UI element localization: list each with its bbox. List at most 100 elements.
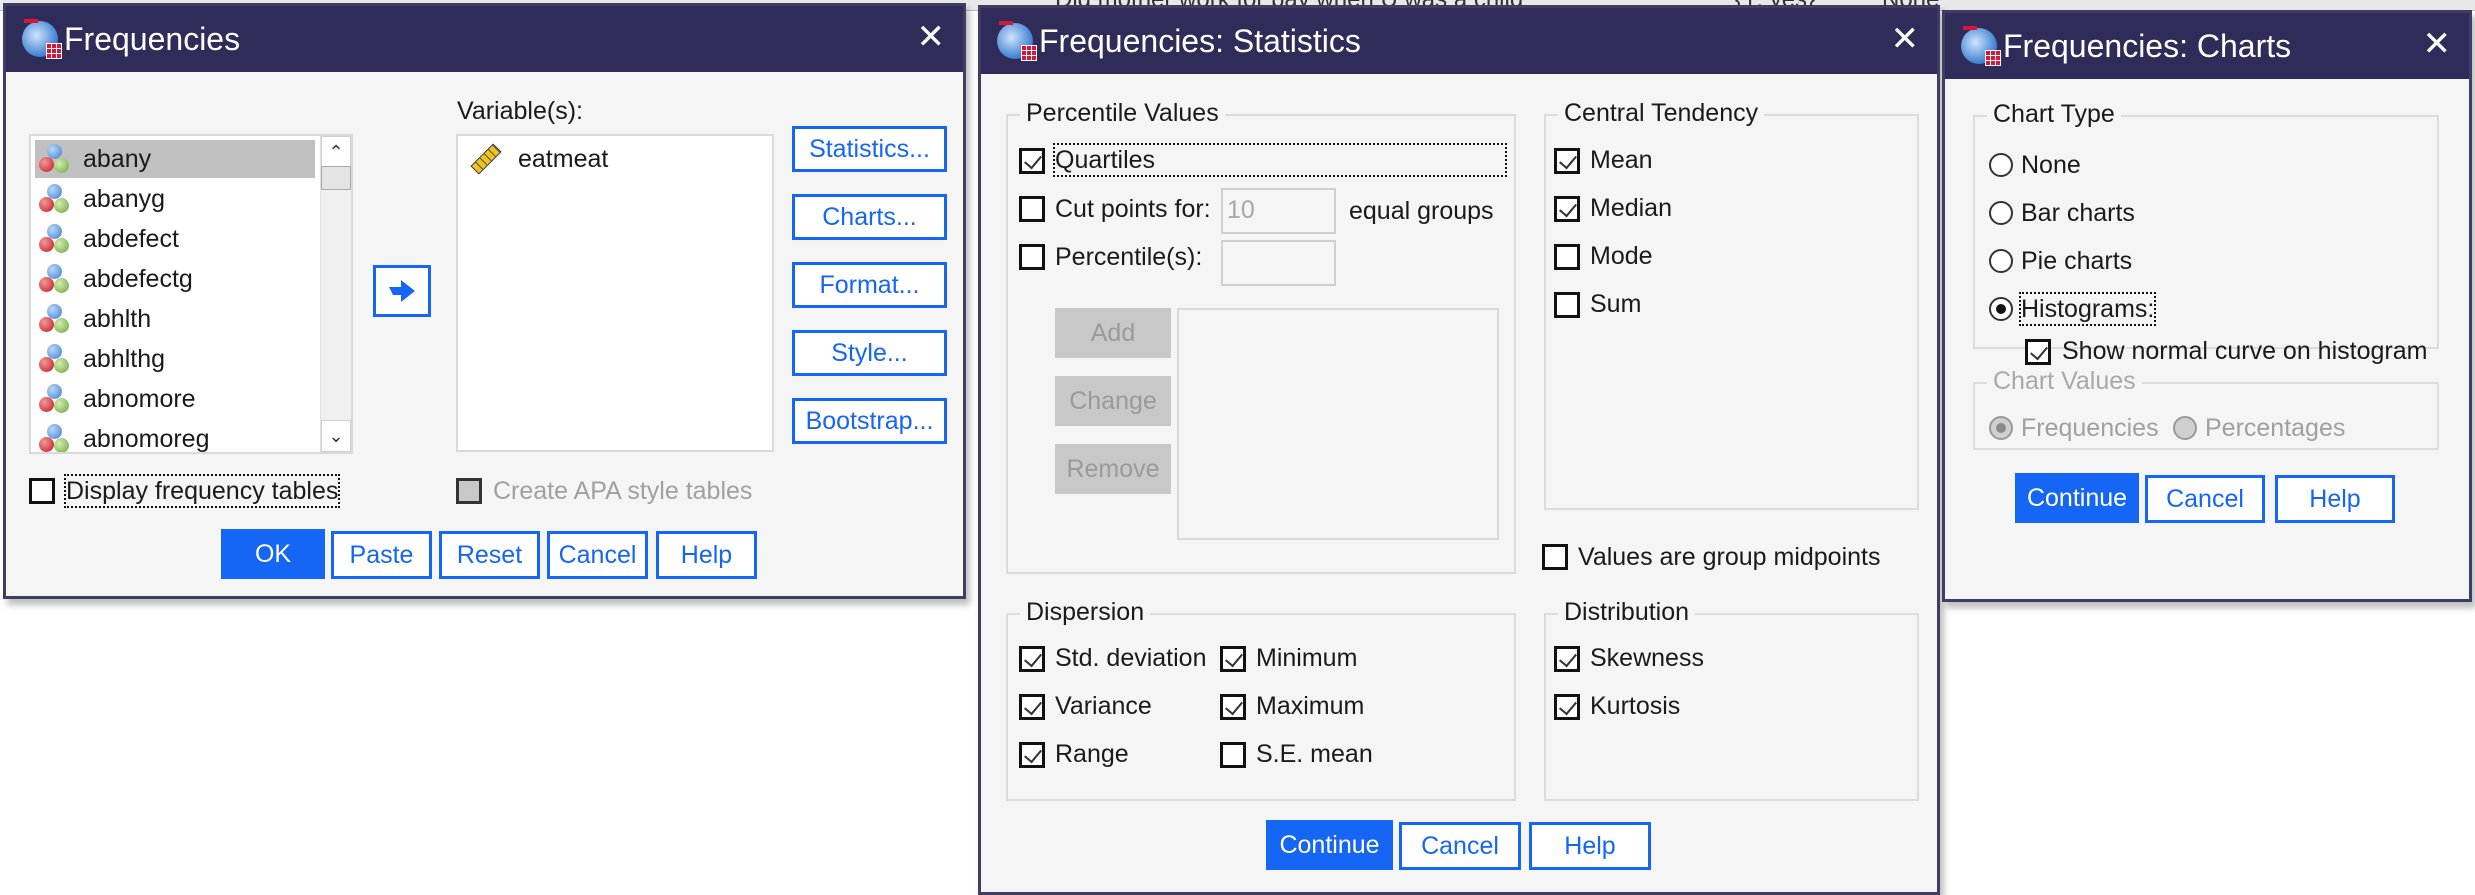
remove-button[interactable]: Remove xyxy=(1055,444,1171,494)
continue-button[interactable]: Continue xyxy=(2015,473,2139,523)
none-radio[interactable] xyxy=(1989,153,2013,177)
list-item[interactable]: abnomore xyxy=(35,380,315,418)
minimum-label: Minimum xyxy=(1256,644,1358,672)
cut-points-label: Cut points for: xyxy=(1055,195,1211,223)
std-deviation-checkbox[interactable] xyxy=(1019,646,1045,672)
nominal-variable-icon xyxy=(39,303,71,335)
variable-name: abdefect xyxy=(83,224,179,253)
cancel-button[interactable]: Cancel xyxy=(547,531,648,579)
nominal-variable-icon xyxy=(39,223,71,255)
kurtosis-checkbox[interactable] xyxy=(1554,694,1580,720)
frequencies-label: Frequencies xyxy=(2021,414,2159,442)
list-item[interactable]: abanyg xyxy=(35,180,315,218)
list-item[interactable]: abhlth xyxy=(35,300,315,338)
nominal-variable-icon xyxy=(39,263,71,295)
list-item[interactable]: eatmeat xyxy=(462,140,762,178)
maximum-checkbox[interactable] xyxy=(1220,694,1246,720)
median-checkbox[interactable] xyxy=(1554,196,1580,222)
charts-dialog: Frequencies: Charts ✕ Chart Type None Ba… xyxy=(1942,10,2472,602)
quartiles-checkbox[interactable] xyxy=(1019,148,1045,174)
minimum-checkbox[interactable] xyxy=(1220,646,1246,672)
help-button[interactable]: Help xyxy=(656,531,757,579)
spss-app-icon xyxy=(1961,26,2001,66)
change-button[interactable]: Change xyxy=(1055,376,1171,426)
display-frequency-tables-checkbox[interactable] xyxy=(29,478,55,504)
cut-points-input[interactable]: 10 xyxy=(1221,188,1336,234)
variance-label: Variance xyxy=(1055,692,1152,720)
se-mean-checkbox[interactable] xyxy=(1220,742,1246,768)
close-icon[interactable]: ✕ xyxy=(2423,25,2452,63)
variance-checkbox[interactable] xyxy=(1019,694,1045,720)
dialog-title: Frequencies: Charts xyxy=(2003,28,2292,64)
variable-name: abnomoreg xyxy=(83,424,210,453)
display-frequency-tables-label[interactable]: Display frequency tables xyxy=(63,474,341,508)
variables-label: Variable(s): xyxy=(457,97,583,125)
group-midpoints-checkbox[interactable] xyxy=(1542,544,1568,570)
statistics-dialog: Frequencies: Statistics ✕ Percentile Val… xyxy=(978,5,1940,895)
variable-name: abnomore xyxy=(83,384,196,413)
close-icon[interactable]: ✕ xyxy=(1891,20,1920,58)
mean-checkbox[interactable] xyxy=(1554,148,1580,174)
continue-button[interactable]: Continue xyxy=(1266,820,1393,870)
apa-style-tables-checkbox[interactable] xyxy=(456,478,482,504)
add-button[interactable]: Add xyxy=(1055,308,1171,358)
format-button[interactable]: Format... xyxy=(792,262,947,308)
pie-charts-label: Pie charts xyxy=(2021,247,2133,275)
frequencies-titlebar: Frequencies ✕ xyxy=(6,6,963,72)
none-label: None xyxy=(2021,151,2081,179)
group-title: Chart Type xyxy=(1987,99,2121,129)
percentiles-input[interactable] xyxy=(1221,240,1336,286)
style-button[interactable]: Style... xyxy=(792,330,947,376)
help-button[interactable]: Help xyxy=(2275,475,2395,523)
statistics-button[interactable]: Statistics... xyxy=(792,126,947,172)
list-item[interactable]: abdefectg xyxy=(35,260,315,298)
cancel-button[interactable]: Cancel xyxy=(2145,475,2265,523)
list-item[interactable]: abnomoreg xyxy=(35,420,315,453)
charts-button[interactable]: Charts... xyxy=(792,194,947,240)
list-item[interactable]: abhlthg xyxy=(35,340,315,378)
move-variable-button[interactable] xyxy=(373,265,431,317)
pie-charts-radio[interactable] xyxy=(1989,249,2013,273)
arrow-right-icon xyxy=(389,280,415,302)
histograms-radio[interactable] xyxy=(1989,297,2013,321)
group-title: Dispersion xyxy=(1020,597,1151,627)
range-label: Range xyxy=(1055,740,1129,768)
source-variable-list[interactable]: abany abanyg abdefect abdefectg abhlth a… xyxy=(29,134,353,454)
normal-curve-checkbox[interactable] xyxy=(2025,339,2051,365)
scroll-up-icon[interactable]: ⌃ xyxy=(321,136,351,168)
cancel-button[interactable]: Cancel xyxy=(1399,822,1521,870)
cut-points-checkbox[interactable] xyxy=(1019,196,1045,222)
sum-checkbox[interactable] xyxy=(1554,292,1580,318)
range-checkbox[interactable] xyxy=(1019,742,1045,768)
list-item[interactable]: abany xyxy=(35,140,315,178)
scroll-thumb[interactable] xyxy=(321,166,351,190)
percentiles-checkbox[interactable] xyxy=(1019,244,1045,270)
mode-checkbox[interactable] xyxy=(1554,244,1580,270)
histograms-label[interactable]: Histograms: xyxy=(2018,292,2157,326)
close-icon[interactable]: ✕ xyxy=(917,18,946,56)
group-title: Percentile Values xyxy=(1020,98,1225,128)
variable-name: eatmeat xyxy=(518,144,609,173)
bar-charts-label: Bar charts xyxy=(2021,199,2135,227)
percentages-radio[interactable] xyxy=(2173,416,2197,440)
selected-variables-list[interactable]: eatmeat xyxy=(456,134,774,452)
frequencies-radio[interactable] xyxy=(1989,416,2013,440)
paste-button[interactable]: Paste xyxy=(331,531,432,579)
mean-label: Mean xyxy=(1590,146,1653,174)
percentiles-list[interactable] xyxy=(1177,308,1499,540)
list-scrollbar[interactable]: ⌃ ⌄ xyxy=(320,136,351,452)
skewness-checkbox[interactable] xyxy=(1554,646,1580,672)
quartiles-label[interactable]: Quartiles xyxy=(1053,143,1507,177)
scroll-down-icon[interactable]: ⌄ xyxy=(321,420,351,452)
percentiles-label: Percentile(s): xyxy=(1055,243,1203,271)
list-item[interactable]: abdefect xyxy=(35,220,315,258)
nominal-variable-icon xyxy=(39,143,71,175)
bootstrap-button[interactable]: Bootstrap... xyxy=(792,398,947,444)
bar-charts-radio[interactable] xyxy=(1989,201,2013,225)
reset-button[interactable]: Reset xyxy=(439,531,540,579)
nominal-variable-icon xyxy=(39,383,71,415)
kurtosis-label: Kurtosis xyxy=(1590,692,1681,720)
help-button[interactable]: Help xyxy=(1529,822,1651,870)
variable-name: abhlth xyxy=(83,304,152,333)
ok-button[interactable]: OK xyxy=(221,529,325,579)
